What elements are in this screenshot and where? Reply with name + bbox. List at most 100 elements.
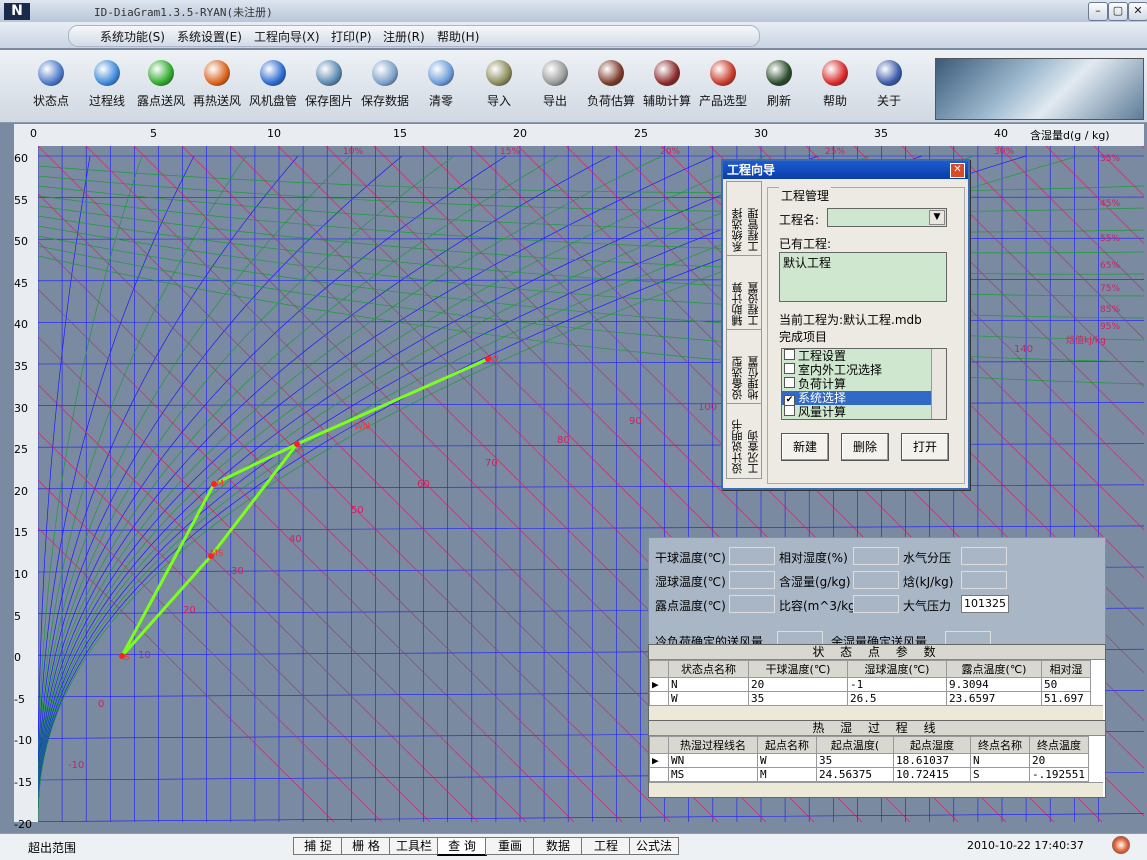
checkbox[interactable]	[784, 363, 795, 374]
cell[interactable]: 23.6597	[946, 691, 1042, 706]
maximize-icon[interactable]: ▢	[1108, 2, 1128, 21]
table-row[interactable]: ▶ N 20 -1 9.3094 50	[649, 677, 1091, 692]
tab-grid[interactable]: 栅 格	[341, 837, 391, 855]
tab-aux-calc[interactable]: 辅助计算	[730, 282, 746, 326]
menu-register[interactable]: 注册(R)	[383, 28, 425, 45]
cell[interactable]: W	[668, 691, 749, 706]
checkbox[interactable]	[784, 349, 795, 360]
checkbox[interactable]	[784, 377, 795, 388]
checklist-item[interactable]: 风量计算	[782, 405, 946, 419]
toolbar-button-9[interactable]: 导出	[528, 54, 582, 118]
checkbox[interactable]	[784, 405, 795, 416]
pressure-field[interactable]: 101325	[961, 595, 1009, 613]
cell[interactable]: N	[970, 753, 1030, 768]
cell[interactable]: 20	[748, 677, 848, 692]
toolbar-button-12[interactable]: 产品选型	[696, 54, 750, 118]
tab-redraw[interactable]: 重画	[485, 837, 535, 855]
cell[interactable]: MS	[668, 767, 758, 782]
new-button[interactable]: 新建	[781, 433, 829, 461]
tab-group-1[interactable]: 系统选择 工程管理	[726, 181, 762, 257]
tab-group-4[interactable]: 设计说明书 工况查询	[726, 403, 762, 479]
cell[interactable]: 26.5	[847, 691, 947, 706]
cell[interactable]: -.192551	[1029, 767, 1089, 782]
tab-location[interactable]: 地理位置	[746, 356, 762, 400]
menu-wizard[interactable]: 工程向导(X)	[254, 28, 320, 45]
minimize-icon[interactable]: –	[1088, 2, 1108, 21]
toolbar-button-0[interactable]: 状态点	[24, 54, 78, 118]
toolbar-button-4[interactable]: 风机盘管	[246, 54, 300, 118]
toolbar-button-10[interactable]: 负荷估算	[584, 54, 638, 118]
menu-settings[interactable]: 系统设置(E)	[177, 28, 242, 45]
complete-items-checklist[interactable]: 工程设置 室内外工况选择 负荷计算 ✔ 系统选择 风量计算	[781, 348, 947, 420]
cell[interactable]: -1	[847, 677, 947, 692]
toolbar-button-7[interactable]: 清零	[414, 54, 468, 118]
tab-group-3[interactable]: 设备选型 地理位置	[726, 329, 762, 405]
toolbar-button-14[interactable]: 帮助	[808, 54, 862, 118]
toolbar-button-1[interactable]: 过程线	[80, 54, 134, 118]
cell[interactable]: WN	[668, 753, 758, 768]
cell[interactable]: M	[757, 767, 817, 782]
toolbar-button-15[interactable]: 关于	[862, 54, 916, 118]
tab-data[interactable]: 数据	[533, 837, 583, 855]
menu-print[interactable]: 打印(P)	[331, 28, 372, 45]
tab-group-2[interactable]: 辅助计算 工程设置	[726, 255, 762, 331]
tab-snap[interactable]: 捕 捉	[293, 837, 343, 855]
rh-field[interactable]	[853, 547, 899, 565]
menu-system[interactable]: 系统功能(S)	[100, 28, 165, 45]
enthalpy-field[interactable]	[961, 571, 1007, 589]
toolbar-button-5[interactable]: 保存图片	[302, 54, 356, 118]
tab-equipment-select[interactable]: 设备选型	[730, 356, 746, 400]
close-icon[interactable]: ✕	[950, 163, 965, 178]
dew-point-field[interactable]	[729, 595, 775, 613]
toolbar-button-2[interactable]: 露点送风	[134, 54, 188, 118]
checklist-item[interactable]: 负荷计算	[782, 377, 946, 391]
chevron-down-icon[interactable]: ▼	[929, 210, 945, 225]
tab-project[interactable]: 工程	[581, 837, 631, 855]
cell[interactable]: 51.697	[1041, 691, 1091, 706]
tab-toolbar[interactable]: 工具栏	[389, 837, 439, 855]
tab-design-spec[interactable]: 设计说明书	[730, 419, 746, 474]
cell[interactable]: W	[757, 753, 817, 768]
process-line-grid[interactable]: 热 湿 过 程 线 热湿过程线名 起点名称 起点温度( 起点湿度 终点名称 终点…	[648, 720, 1106, 798]
horizontal-scrollbar[interactable]	[649, 782, 1103, 797]
vertical-scrollbar[interactable]	[931, 349, 946, 419]
cell[interactable]: 20	[1029, 753, 1089, 768]
checklist-item[interactable]: 室内外工况选择	[782, 363, 946, 377]
toolbar-button-11[interactable]: 辅助计算	[640, 54, 694, 118]
tab-query[interactable]: 查 询	[437, 837, 487, 856]
checklist-item[interactable]: 工程设置	[782, 349, 946, 363]
toolbar-button-8[interactable]: 导入	[472, 54, 526, 118]
list-item[interactable]: 默认工程	[780, 253, 946, 272]
toolbar-button-3[interactable]: 再热送风	[190, 54, 244, 118]
menu-help[interactable]: 帮助(H)	[437, 28, 479, 45]
tab-formula[interactable]: 公式法	[629, 837, 679, 855]
tab-system-select[interactable]: 系统选择	[730, 208, 746, 252]
cell[interactable]: 35	[748, 691, 848, 706]
tab-condition-query[interactable]: 工况查询	[746, 430, 762, 474]
close-icon[interactable]: ✕	[1128, 2, 1147, 21]
tab-project-manage[interactable]: 工程管理	[746, 208, 762, 252]
existing-projects-list[interactable]: 默认工程	[779, 252, 947, 302]
specific-volume-field[interactable]	[853, 595, 899, 613]
table-row[interactable]: W 35 26.5 23.6597 51.697	[649, 691, 1091, 706]
cell[interactable]: 35	[816, 753, 894, 768]
delete-button[interactable]: 删除	[841, 433, 889, 461]
cell[interactable]: 10.72415	[893, 767, 971, 782]
wet-bulb-field[interactable]	[729, 571, 775, 589]
open-button[interactable]: 打开	[901, 433, 949, 461]
moisture-field[interactable]	[853, 571, 899, 589]
dry-bulb-field[interactable]	[729, 547, 775, 565]
horizontal-scrollbar[interactable]	[649, 705, 1103, 720]
cell[interactable]: 24.56375	[816, 767, 894, 782]
toolbar-button-13[interactable]: 刷新	[752, 54, 806, 118]
vapor-pressure-field[interactable]	[961, 547, 1007, 565]
cell[interactable]: 18.61037	[893, 753, 971, 768]
toolbar-button-6[interactable]: 保存数据	[358, 54, 412, 118]
checklist-item[interactable]: ✔ 系统选择	[782, 391, 946, 406]
project-name-select[interactable]: ▼	[827, 208, 947, 227]
tab-project-settings[interactable]: 工程设置	[746, 282, 762, 326]
table-row[interactable]: ▶ WN W 35 18.61037 N 20	[649, 753, 1089, 768]
cell[interactable]: 50	[1041, 677, 1091, 692]
table-row[interactable]: MS M 24.56375 10.72415 S -.192551	[649, 767, 1089, 782]
cell[interactable]: 9.3094	[946, 677, 1042, 692]
